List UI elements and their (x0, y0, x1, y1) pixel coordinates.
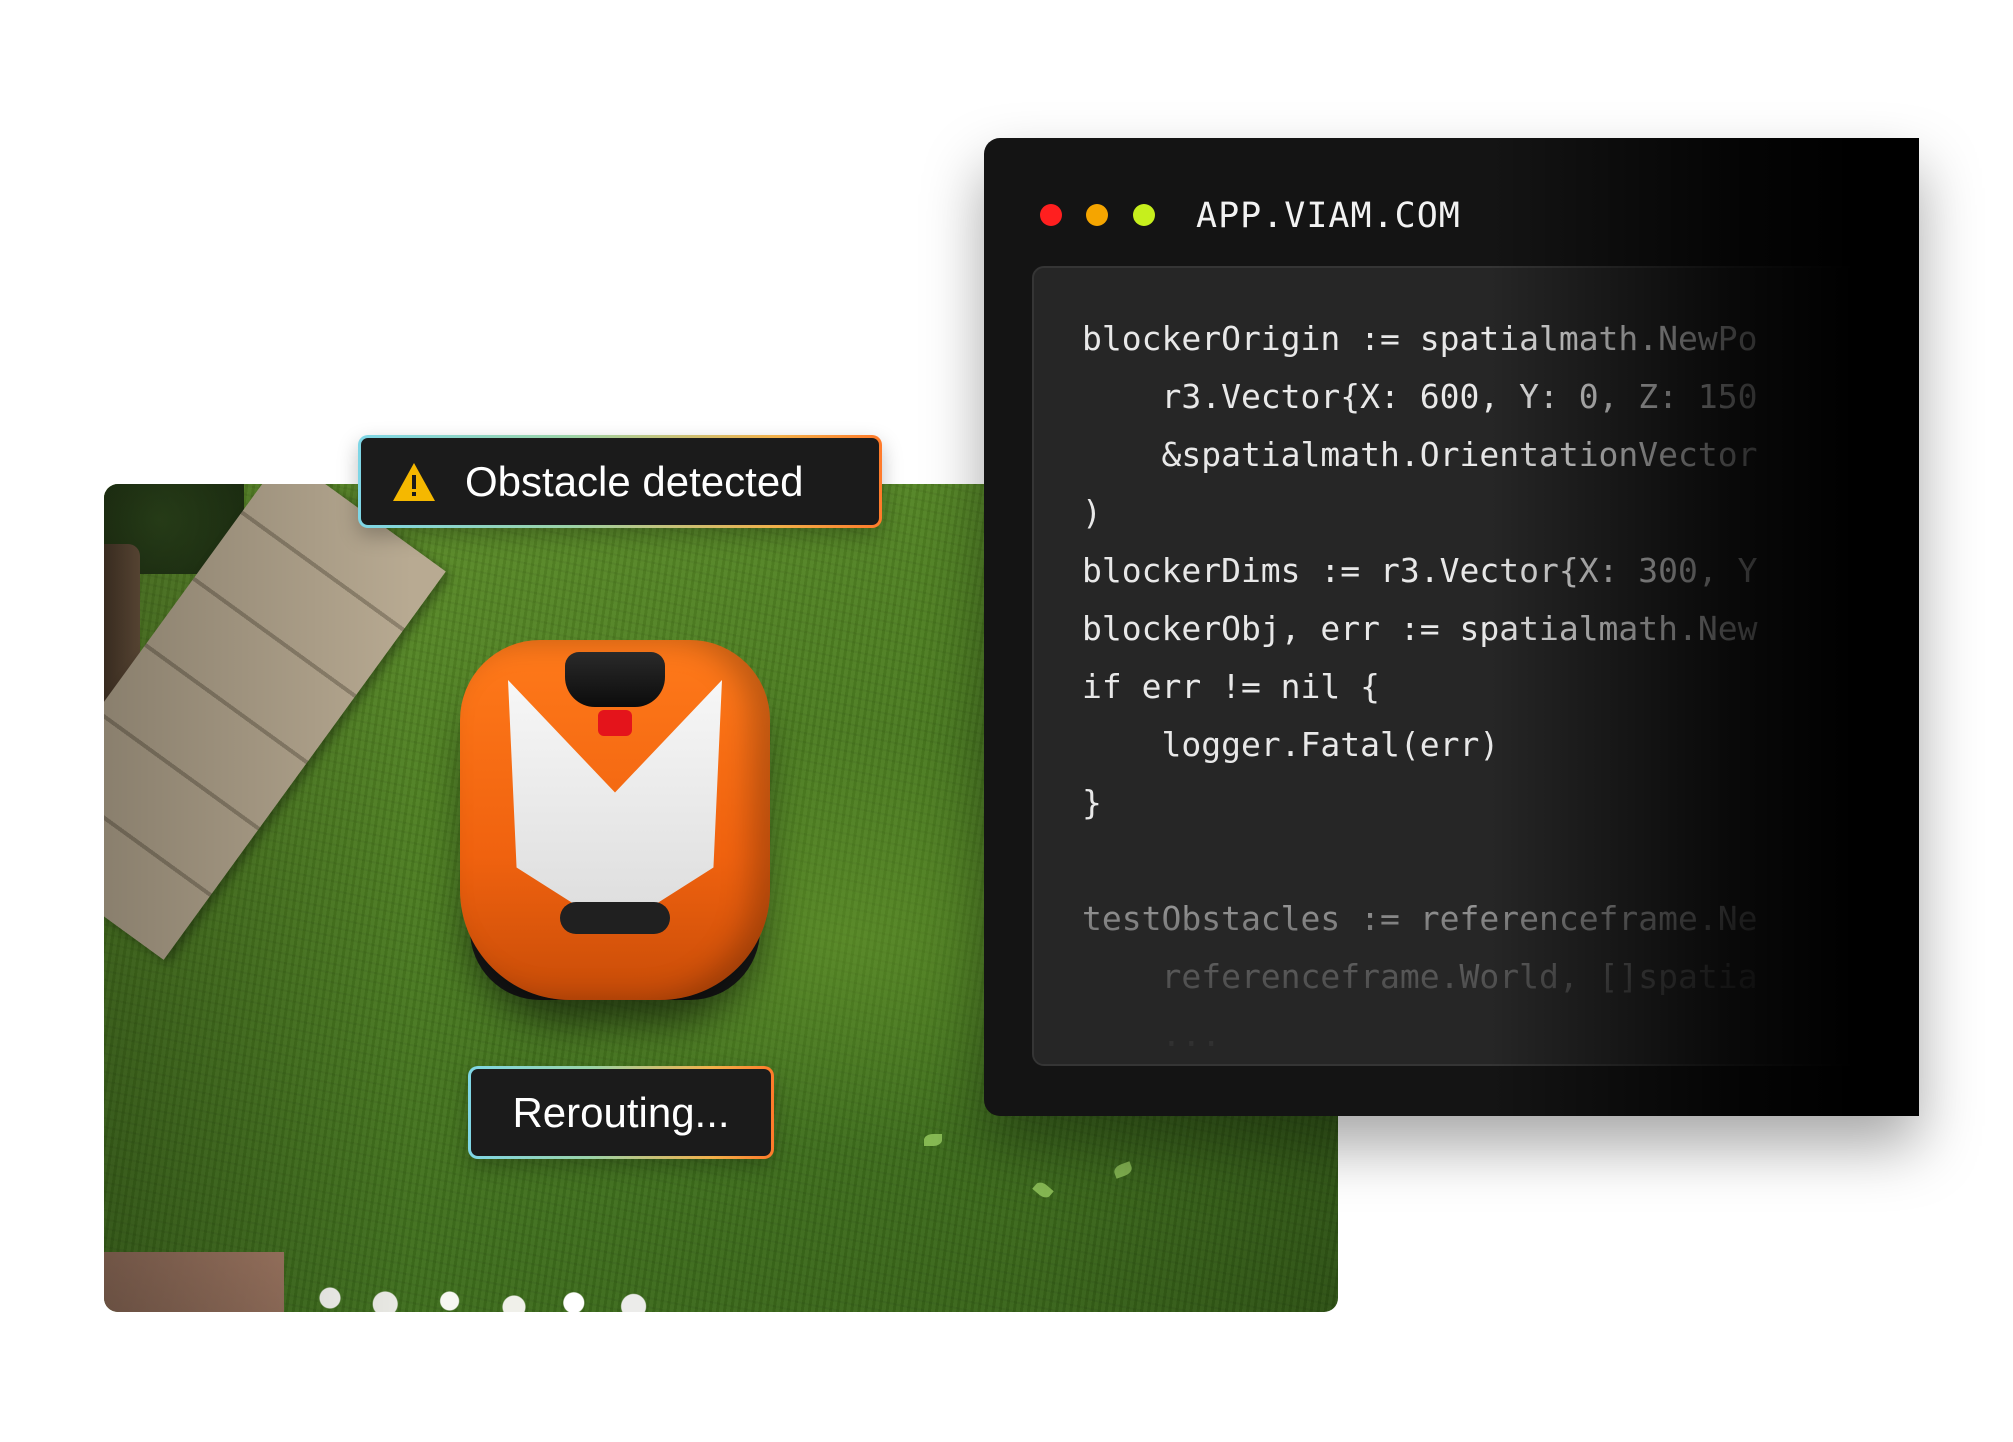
code-line: ) (1082, 493, 1102, 532)
code-line: } (1082, 783, 1102, 822)
code-line: ... (1082, 1015, 1222, 1054)
code-line: blockerObj, err := spatialmath.New (1082, 609, 1758, 648)
code-line: referenceframe.World, []spatia (1082, 957, 1758, 996)
code-line: r3.Vector{X: 600, Y: 0, Z: 150 (1082, 377, 1758, 416)
window-titlebar: APP.VIAM.COM (984, 138, 1919, 266)
rerouting-badge: Rerouting... (468, 1066, 774, 1159)
rerouting-label: Rerouting... (512, 1088, 730, 1136)
close-dot-icon[interactable] (1040, 204, 1062, 226)
obstacle-label: Obstacle detected (465, 457, 804, 505)
maximize-dot-icon[interactable] (1133, 204, 1155, 226)
window-url: APP.VIAM.COM (1196, 196, 1461, 236)
code-block: blockerOrigin := spatialmath.NewPo r3.Ve… (1082, 310, 1758, 1064)
code-editor[interactable]: blockerOrigin := spatialmath.NewPo r3.Ve… (1032, 266, 1919, 1066)
robot-mower (460, 640, 770, 1000)
obstacle-detected-badge: Obstacle detected (358, 435, 882, 528)
code-line: testObstacles := referenceframe.Ne (1082, 899, 1758, 938)
code-window: APP.VIAM.COM blockerOrigin := spatialmat… (984, 138, 1919, 1116)
code-line: blockerOrigin := spatialmath.NewPo (1082, 319, 1758, 358)
warning-triangle-icon (393, 462, 435, 501)
code-line: if err != nil { (1082, 667, 1381, 706)
mower-control-panel (565, 652, 665, 707)
mower-sensor-grille (560, 902, 670, 934)
code-line: blockerDims := r3.Vector{X: 300, Y (1082, 551, 1758, 590)
mower-stop-button (598, 710, 632, 736)
minimize-dot-icon[interactable] (1086, 204, 1108, 226)
code-line: &spatialmath.OrientationVector (1082, 435, 1758, 474)
code-line: logger.Fatal(err) (1082, 725, 1500, 764)
